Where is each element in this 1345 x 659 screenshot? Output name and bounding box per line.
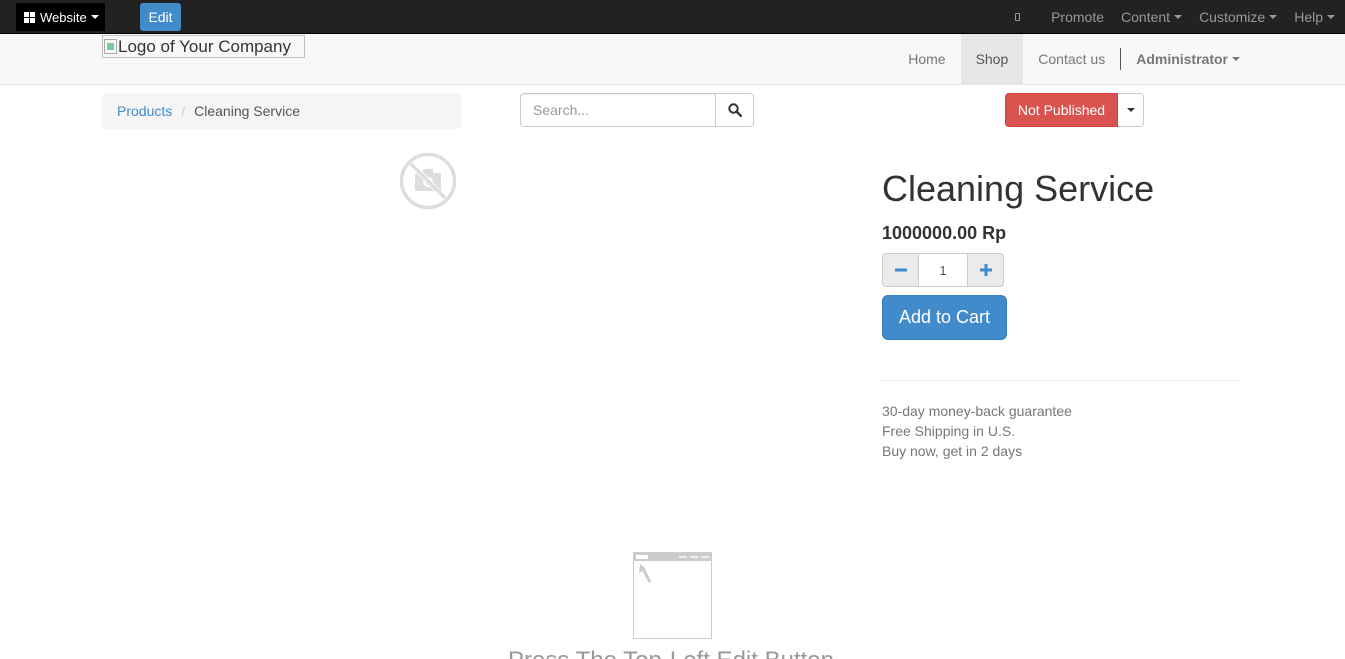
edit-hint-text: Press The Top-Left Edit Button — [508, 647, 834, 659]
help-label: Help — [1294, 9, 1323, 25]
product-title: Cleaning Service — [882, 168, 1155, 209]
edit-button[interactable]: Edit — [140, 3, 181, 31]
customize-label: Customize — [1199, 9, 1266, 25]
caret-down-icon — [1126, 108, 1135, 112]
company-logo[interactable]: Logo of Your Company — [102, 35, 305, 58]
caret-down-icon — [1232, 57, 1240, 61]
admin-bar: Website Edit Promote Content Customize H… — [0, 0, 1345, 34]
quantity-decrease-button[interactable] — [882, 253, 919, 287]
caret-down-icon — [1174, 15, 1183, 19]
publish-status-button[interactable]: Not Published — [1005, 93, 1118, 127]
content-label: Content — [1121, 9, 1171, 25]
caret-down-icon — [1269, 15, 1278, 19]
search-icon — [727, 103, 742, 117]
breadcrumb-separator: / — [181, 103, 186, 119]
caret-down-icon — [1327, 15, 1335, 19]
product-price: 1000000.00 Rp — [882, 223, 1007, 243]
breadcrumb-products[interactable]: Products — [117, 103, 172, 119]
quantity-increase-button[interactable] — [967, 253, 1004, 287]
plus-icon — [979, 264, 992, 276]
feature-item: Buy now, get in 2 days — [882, 443, 1023, 459]
help-menu[interactable]: Help — [1294, 9, 1335, 25]
nav-links: Home Shop Contact us Administrator — [893, 34, 1255, 84]
website-grid-icon — [24, 11, 36, 23]
website-menu-label: Website — [40, 9, 87, 25]
nav-link-contact[interactable]: Contact us — [1023, 34, 1120, 84]
browser-window-icon — [633, 552, 712, 639]
mobile-preview-icon[interactable] — [1015, 13, 1021, 21]
user-menu-label: Administrator — [1136, 51, 1228, 67]
user-menu[interactable]: Administrator — [1121, 34, 1255, 84]
product-features: 30-day money-back guarantee Free Shippin… — [882, 401, 1072, 461]
nav-link-shop[interactable]: Shop — [960, 34, 1024, 84]
admin-right-menu: Promote Content Customize Help — [1015, 0, 1335, 34]
promote-label: Promote — [1051, 9, 1105, 25]
breadcrumb: Products / Cleaning Service — [102, 93, 462, 129]
publish-group: Not Published — [1005, 93, 1144, 127]
caret-down-icon — [90, 15, 99, 19]
add-to-cart-button[interactable]: Add to Cart — [882, 295, 1007, 340]
logo-alt-text: Logo of Your Company — [118, 36, 291, 56]
main-navbar: Logo of Your Company Home Shop Contact u… — [0, 34, 1345, 85]
broken-image-icon — [104, 39, 117, 54]
search-group — [520, 93, 754, 127]
content-menu[interactable]: Content — [1121, 9, 1183, 25]
breadcrumb-current: Cleaning Service — [194, 103, 300, 119]
minus-icon — [894, 268, 907, 272]
divider — [882, 380, 1242, 381]
search-button[interactable] — [716, 93, 754, 127]
feature-item: 30-day money-back guarantee — [882, 403, 1072, 419]
nav-link-home[interactable]: Home — [893, 34, 960, 84]
search-input[interactable] — [520, 93, 716, 127]
quantity-stepper — [882, 253, 1004, 287]
quantity-input[interactable] — [919, 253, 967, 287]
website-menu-button[interactable]: Website — [16, 3, 105, 31]
feature-item: Free Shipping in U.S. — [882, 423, 1016, 439]
customize-menu[interactable]: Customize — [1199, 9, 1278, 25]
publish-dropdown-toggle[interactable] — [1118, 93, 1144, 127]
promote-menu[interactable]: Promote — [1051, 9, 1104, 25]
no-image-camera-icon — [399, 152, 457, 210]
